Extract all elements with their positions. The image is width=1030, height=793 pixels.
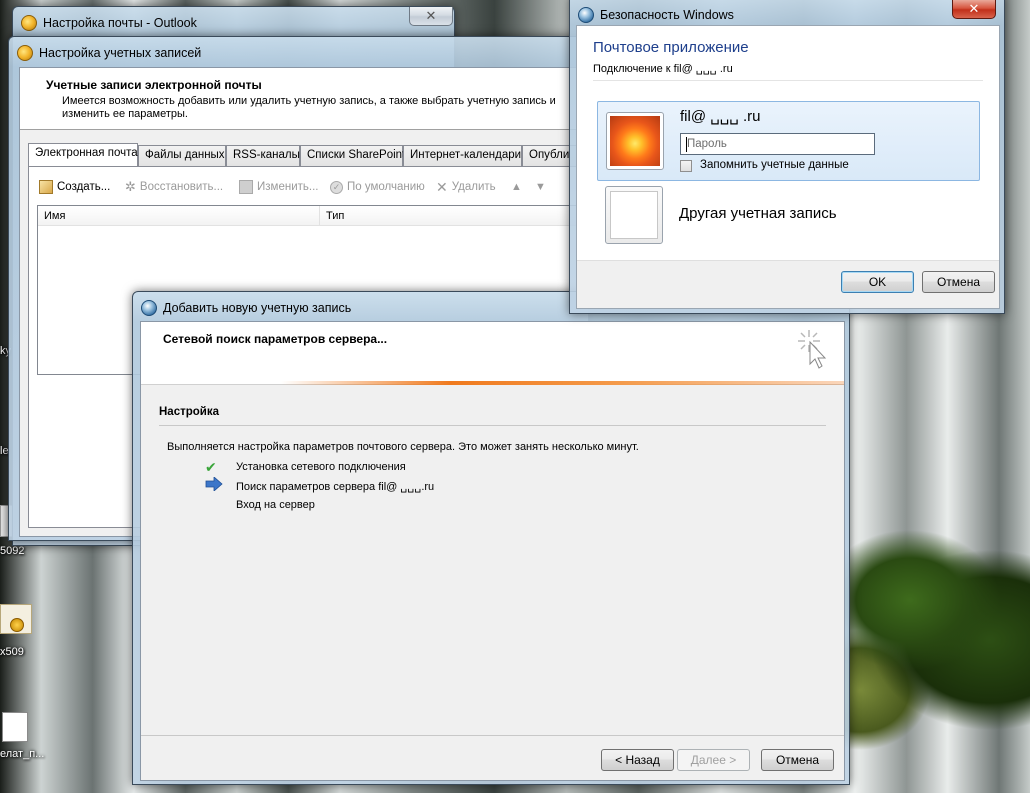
blank-avatar — [605, 186, 663, 244]
next-button[interactable]: Далее > — [677, 749, 750, 771]
window-title: Настройка почты - Outlook — [43, 16, 197, 30]
move-up-button[interactable]: ▲ — [511, 177, 522, 197]
delete-x-icon: ✕ — [436, 178, 448, 195]
outlook-icon — [17, 45, 33, 61]
repair-button[interactable]: ✲ Восстановить... — [125, 177, 223, 197]
desktop-icon-label: елат_п... — [0, 748, 45, 760]
account-tile-selected[interactable]: fil@ ␣␣␣ .ru Пароль Запомнить учетные да… — [597, 101, 980, 181]
wrench-icon: ✲ — [125, 179, 136, 194]
window-title: Добавить новую учетную запись — [163, 301, 352, 315]
header-panel: Учетные записи электронной почты Имеется… — [20, 68, 586, 130]
back-button[interactable]: < Назад — [601, 749, 674, 771]
connect-text: Подключение к fil@ ␣␣␣ .ru — [593, 63, 733, 75]
toolbar: Создать... ✲ Восстановить... Изменить...… — [39, 177, 579, 197]
new-account-icon — [39, 180, 53, 194]
outlook-icon — [21, 15, 37, 31]
header-description: Имеется возможность добавить или удалить… — [62, 95, 556, 120]
step-label: Поиск параметров сервера fil@ ␣␣␣.ru — [236, 481, 435, 493]
column-header-name[interactable]: Имя — [38, 206, 320, 226]
busy-cursor-icon — [796, 328, 830, 372]
header-divider — [593, 80, 983, 81]
edit-icon — [239, 180, 253, 194]
checkmark-circle-icon: ✓ — [330, 180, 343, 194]
add-account-window: Добавить новую учетную запись Сетевой по… — [132, 291, 850, 785]
tab-rss[interactable]: RSS-каналы — [226, 145, 300, 166]
desktop-icon-label: 5092 — [0, 545, 25, 557]
banner-title: Сетевой поиск параметров сервера... — [163, 332, 388, 346]
ok-button[interactable]: OK — [841, 271, 914, 293]
user-avatar — [606, 112, 664, 170]
tab-sharepoint[interactable]: Списки SharePoint — [300, 145, 405, 166]
list-header: Имя Тип — [38, 206, 588, 226]
window-title: Безопасность Windows — [600, 8, 734, 22]
text-caret — [686, 137, 687, 152]
section-divider — [159, 425, 826, 426]
create-button[interactable]: Создать... — [39, 177, 110, 197]
flower-picture-icon — [610, 116, 660, 166]
remember-label: Запомнить учетные данные — [700, 159, 849, 171]
change-button[interactable]: Изменить... — [239, 177, 318, 197]
account-tile-other[interactable]: Другая учетная запись — [597, 186, 980, 250]
account-username: fil@ ␣␣␣ .ru — [680, 108, 761, 125]
arrow-down-icon: ▼ — [535, 181, 546, 193]
tab-email[interactable]: Электронная почта — [28, 143, 138, 166]
section-title: Настройка — [159, 406, 219, 418]
header-title: Учетные записи электронной почты — [46, 78, 262, 92]
arrow-up-icon: ▲ — [511, 181, 522, 193]
add-account-client: Сетевой поиск параметров сервера... Наст… — [140, 321, 845, 781]
password-placeholder: Пароль — [687, 138, 727, 150]
checkmark-icon: ✔ — [205, 459, 217, 475]
windows-security-window: Безопасность Windows ✕ Почтовое приложен… — [569, 0, 1005, 314]
app-icon — [141, 300, 157, 316]
set-default-button[interactable]: ✓ По умолчанию — [330, 177, 425, 197]
close-button[interactable]: ✕ — [952, 0, 996, 19]
close-button[interactable]: ✕ — [409, 7, 453, 26]
step-label: Вход на сервер — [236, 499, 315, 511]
remember-checkbox[interactable] — [680, 160, 692, 172]
move-down-button[interactable]: ▼ — [535, 177, 546, 197]
footer-divider — [141, 735, 844, 736]
app-title: Почтовое приложение — [593, 39, 749, 56]
password-field[interactable]: Пароль — [680, 133, 875, 155]
status-text: Выполняется настройка параметров почтово… — [167, 441, 639, 453]
desktop-icon-x509[interactable] — [0, 600, 34, 644]
security-footer: OK Отмена — [577, 260, 999, 308]
desktop-icon-label: x509 — [0, 646, 24, 658]
window-title: Настройка учетных записей — [39, 46, 202, 60]
cancel-button[interactable]: Отмена — [761, 749, 834, 771]
tab-data-files[interactable]: Файлы данных — [138, 145, 226, 166]
seal-icon — [10, 618, 24, 632]
step-label: Установка сетевого подключения — [236, 461, 406, 473]
delete-button[interactable]: ✕ Удалить — [436, 177, 496, 197]
column-header-type[interactable]: Тип — [320, 206, 580, 226]
tab-internet-calendars[interactable]: Интернет-календари — [403, 145, 522, 166]
banner: Сетевой поиск параметров сервера... — [141, 322, 844, 385]
app-icon — [578, 7, 594, 23]
desktop-icon-document[interactable] — [0, 712, 32, 746]
document-icon — [2, 712, 28, 742]
progress-strip — [281, 381, 844, 385]
security-client: Почтовое приложение Подключение к fil@ ␣… — [576, 25, 1000, 309]
cancel-button[interactable]: Отмена — [922, 271, 995, 293]
tab-strip: Электронная почта Файлы данных RSS-канал… — [28, 143, 588, 167]
arrow-right-icon — [205, 476, 223, 494]
other-account-label: Другая учетная запись — [679, 205, 837, 222]
